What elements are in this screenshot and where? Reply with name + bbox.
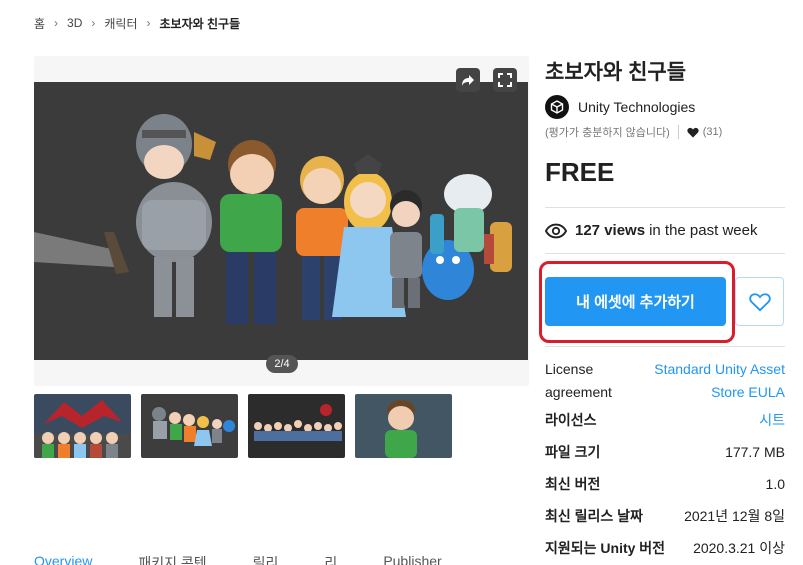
- license-agreement-row: License agreement Standard Unity Asset S…: [545, 358, 785, 404]
- publisher-name[interactable]: Unity Technologies: [578, 99, 695, 115]
- thumbnail-2[interactable]: [141, 394, 238, 458]
- add-to-my-assets-button[interactable]: 내 에셋에 추가하기: [545, 277, 726, 326]
- tab-package-content[interactable]: 패키지 콘텐: [138, 553, 206, 565]
- divider: [677, 125, 679, 139]
- license-type-link[interactable]: 시트: [759, 410, 785, 430]
- detail-value: 2020.3.21 이상: [693, 540, 785, 556]
- favorite-button[interactable]: [735, 277, 784, 326]
- detail-label: 최신 버전: [545, 476, 601, 492]
- divider: [545, 207, 785, 208]
- product-title: 초보자와 친구들: [545, 61, 687, 84]
- detail-label: 지원되는 Unity 버전: [545, 540, 666, 556]
- license-agreement-link[interactable]: Standard Unity Asset Store EULA: [633, 358, 785, 404]
- details-table: License agreement Standard Unity Asset S…: [545, 358, 785, 564]
- thumbnail-strip: [34, 394, 452, 458]
- favorite-count: (31): [687, 126, 723, 138]
- page-indicator: 2/4: [266, 355, 298, 373]
- heart-outline-icon: [748, 292, 771, 311]
- breadcrumb-subcategory[interactable]: 캐릭터: [104, 15, 137, 32]
- detail-value: 1.0: [765, 476, 785, 492]
- detail-row-license: 라이선스 시트: [545, 404, 785, 436]
- fullscreen-button[interactable]: [493, 68, 517, 92]
- breadcrumb-home[interactable]: 홈: [34, 15, 45, 32]
- hero-image[interactable]: [34, 82, 528, 360]
- tab-overview[interactable]: Overview: [34, 553, 92, 565]
- license-agreement-label: License agreement: [545, 361, 612, 400]
- breadcrumb: 홈 › 3D › 캐릭터 › 초보자와 친구들: [34, 14, 240, 32]
- share-icon: [462, 75, 474, 86]
- rating-text: (평가가 충분하지 않습니다): [545, 127, 670, 139]
- detail-value: 2021년 12월 8일: [684, 508, 785, 524]
- thumbnail-3[interactable]: [248, 394, 345, 458]
- detail-label: 파일 크기: [545, 444, 601, 460]
- divider: [545, 346, 785, 347]
- fullscreen-icon: [498, 73, 512, 87]
- views-count: 127 views: [575, 222, 646, 239]
- thumbnail-4[interactable]: [355, 394, 452, 458]
- detail-value: 177.7 MB: [725, 444, 785, 460]
- publisher[interactable]: Unity Technologies: [545, 95, 695, 119]
- eye-icon: [545, 223, 567, 238]
- views-stat: 127 views in the past week: [545, 222, 757, 239]
- chevron-right-icon: ›: [146, 16, 151, 30]
- heart-icon: [687, 127, 699, 137]
- detail-row-latest-version: 최신 버전 1.0: [545, 468, 785, 500]
- unity-logo-icon: [545, 95, 569, 119]
- chevron-right-icon: ›: [91, 16, 96, 30]
- views-suffix: in the past week: [649, 222, 758, 239]
- rating-row: (평가가 충분하지 않습니다) (31): [545, 124, 722, 140]
- tab-reviews[interactable]: 리: [324, 553, 337, 565]
- detail-label: 최신 릴리스 날짜: [545, 508, 643, 524]
- breadcrumb-current: 초보자와 친구들: [159, 16, 241, 31]
- detail-tabs: Overview 패키지 콘텐 릴리 리 Publisher: [34, 553, 529, 565]
- tab-releases[interactable]: 릴리: [253, 553, 279, 565]
- breadcrumb-category[interactable]: 3D: [67, 16, 82, 30]
- detail-label: 라이선스: [545, 412, 597, 428]
- share-button[interactable]: [456, 68, 480, 92]
- tab-publisher[interactable]: Publisher: [383, 553, 441, 565]
- detail-row-file-size: 파일 크기 177.7 MB: [545, 436, 785, 468]
- detail-row-release-date: 최신 릴리스 날짜 2021년 12월 8일: [545, 500, 785, 532]
- thumbnail-1[interactable]: [34, 394, 131, 458]
- divider: [545, 253, 785, 254]
- detail-row-unity-version: 지원되는 Unity 버전 2020.3.21 이상: [545, 532, 785, 564]
- price: FREE: [545, 157, 615, 187]
- favorite-count-text: (31): [702, 126, 723, 138]
- chevron-right-icon: ›: [54, 16, 59, 30]
